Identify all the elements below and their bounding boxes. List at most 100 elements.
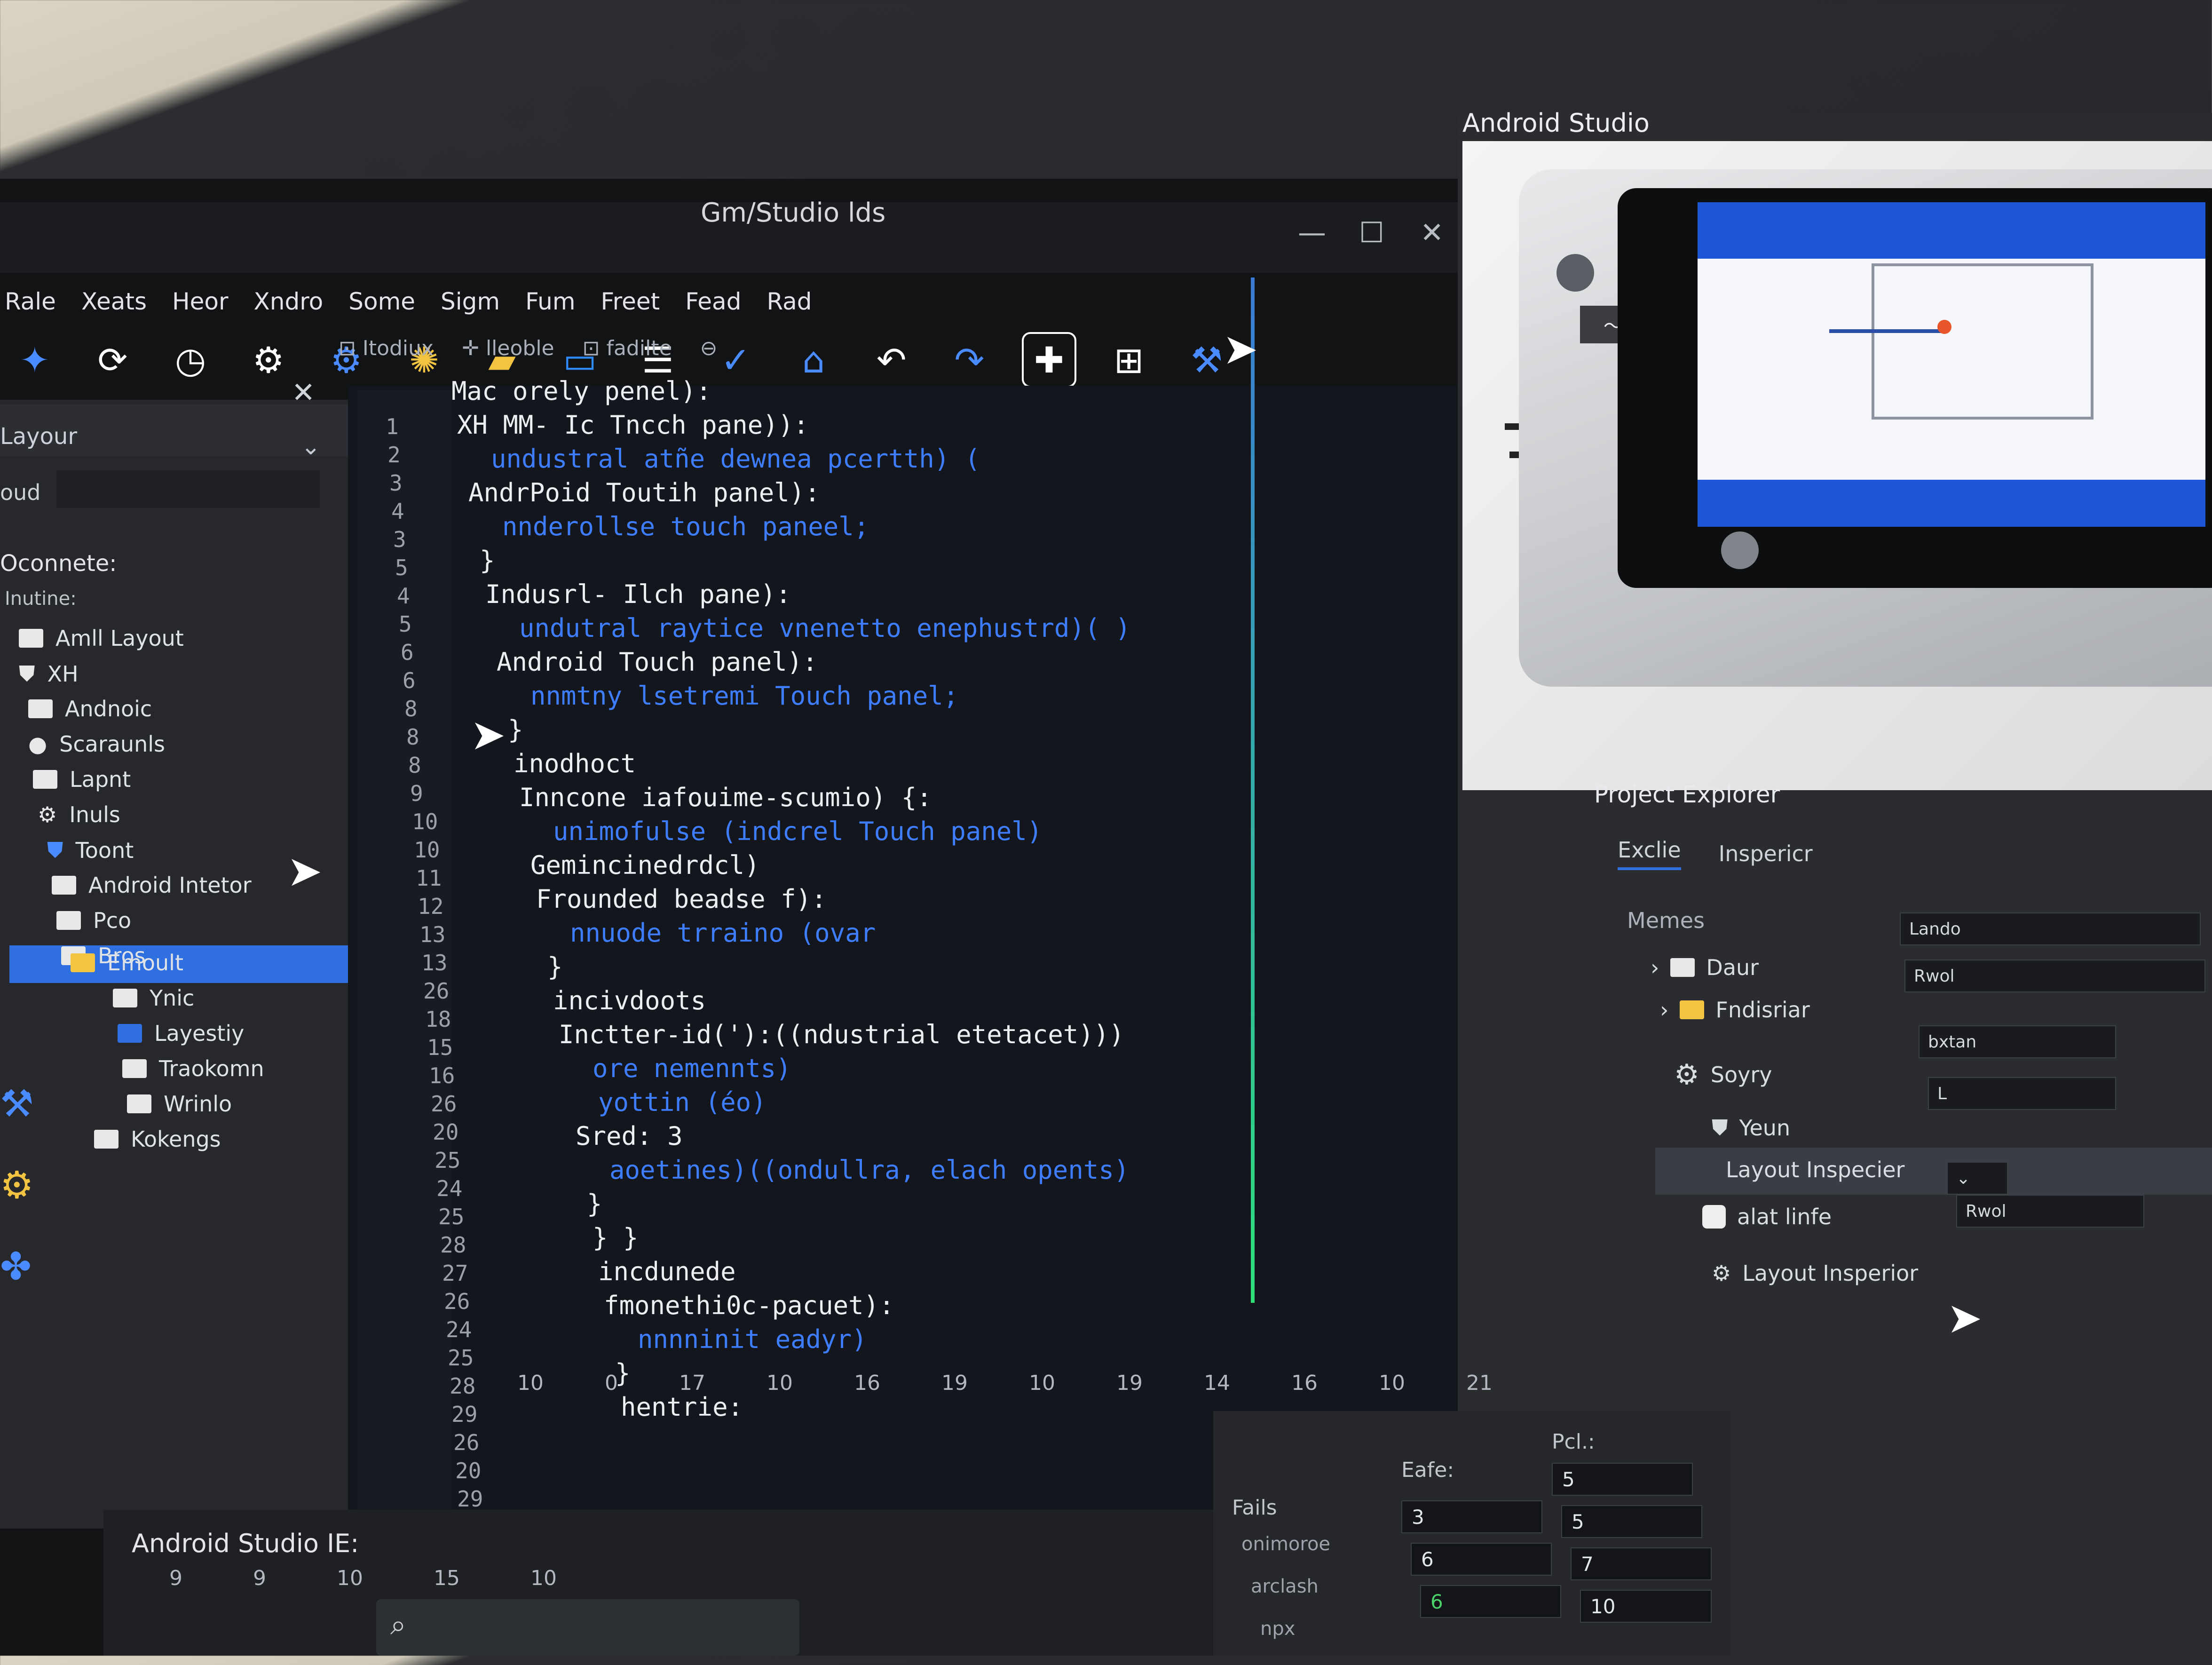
property-row[interactable]: ⚙ Soyry [1674, 1058, 1772, 1091]
close-icon[interactable]: ✕ [292, 376, 315, 409]
code-line[interactable]: Inctter-id('):((ndustrial etetacet))) [559, 1020, 1124, 1049]
undo-icon[interactable]: ↶ [866, 334, 917, 386]
property-row[interactable]: alat linfe [1702, 1204, 1832, 1229]
table-left-item[interactable]: npx [1260, 1618, 1295, 1640]
code-line[interactable]: nnuode trraino (ovar [570, 918, 876, 948]
minimize-button[interactable]: — [1298, 216, 1326, 249]
menu-item-xndro[interactable]: Xndro [254, 288, 324, 315]
tab-inspericr[interactable]: Inspericr [1719, 841, 1813, 866]
tree-item[interactable]: Lapnt [33, 767, 131, 792]
code-editor[interactable] [348, 386, 1467, 1524]
tree-item-selected[interactable]: Emoult [71, 950, 183, 975]
table-cell[interactable]: 10 [1580, 1590, 1712, 1623]
table-cell[interactable]: 7 [1571, 1547, 1712, 1580]
code-line[interactable]: nnderollse touch paneel; [502, 512, 869, 541]
settings-icon[interactable]: ⚙ [243, 334, 294, 386]
code-line[interactable]: } [547, 952, 563, 982]
table-cell[interactable]: 5 [1552, 1463, 1693, 1496]
tree-item[interactable]: Ynic [113, 985, 194, 1011]
pin-icon[interactable]: ✦ [9, 334, 60, 386]
property-row[interactable]: ⚙ Layout Insperior [1712, 1261, 1918, 1286]
menu-item-fum[interactable]: Fum [525, 288, 575, 315]
code-line[interactable]: Sred: 3 [576, 1121, 683, 1151]
code-line[interactable]: Indusrl- Ilch pane): [485, 579, 791, 609]
puzzle-icon[interactable]: ✤ [0, 1245, 34, 1288]
table-left-item[interactable]: onimoroe [1241, 1533, 1330, 1555]
code-line[interactable]: Frounded beadse f): [536, 884, 827, 914]
code-line[interactable]: } } [592, 1223, 639, 1253]
bottom-search-input[interactable]: ⌕ [376, 1599, 799, 1656]
build-icon[interactable]: ⊞ [1104, 334, 1154, 386]
code-line[interactable]: unimofulse (indcrel Touch panel) [553, 817, 1042, 846]
house-icon[interactable]: ⌂ [788, 334, 839, 386]
tree-item[interactable]: ⚙ Inuls [38, 802, 120, 827]
table-left-item[interactable]: arclash [1251, 1576, 1319, 1597]
code-line[interactable]: yottin (éo) [598, 1087, 766, 1117]
property-row[interactable]: ⛊ Yeun [1712, 1115, 1790, 1141]
code-line[interactable]: incivdoots [553, 986, 706, 1015]
code-line[interactable]: aoetines)((ondullra, elach opents) [609, 1155, 1129, 1185]
property-input[interactable]: Rwol [1904, 959, 2205, 992]
tree-item[interactable]: Kokengs [94, 1126, 221, 1152]
code-line[interactable]: } [587, 1189, 602, 1219]
code-line[interactable]: nnmtny lsetremi Touch panel; [530, 681, 958, 711]
refresh-icon[interactable]: ⟳ [87, 334, 138, 386]
menu-item-rad[interactable]: Rad [766, 288, 812, 315]
tree-item[interactable]: ⛊ Toont [47, 837, 134, 864]
table-cell[interactable]: 3 [1401, 1500, 1542, 1533]
code-line[interactable]: inodhoct [514, 749, 636, 778]
tree-item[interactable]: ● Scaraunls [28, 731, 165, 757]
close-button[interactable]: ✕ [1420, 216, 1444, 249]
code-line[interactable]: Android Touch panel): [497, 647, 818, 677]
property-dropdown[interactable]: ⌄ [1947, 1162, 2008, 1195]
code-line[interactable]: nnnninit eadyr) [638, 1324, 867, 1354]
property-row-layout-inspector[interactable]: Layout Inspecier [1726, 1157, 1904, 1182]
code-line[interactable]: AndrPoid Toutih panel): [468, 478, 820, 507]
code-line[interactable]: } [480, 546, 495, 575]
tab-fadilte[interactable]: ⊡ fadilte [583, 336, 672, 360]
tree-item[interactable]: ⛊ XH [19, 661, 79, 687]
code-line[interactable]: XH MM- Ic Tncch pane)): [457, 410, 809, 440]
property-dropdown[interactable]: L [1928, 1077, 2116, 1110]
menu-item-heor[interactable]: Heor [172, 288, 229, 315]
menu-item-fead[interactable]: Fead [685, 288, 741, 315]
code-line[interactable]: Mac orely penel): [451, 376, 711, 406]
menu-item-rale[interactable]: Rale [5, 288, 56, 315]
table-cell[interactable]: 5 [1561, 1505, 1702, 1538]
menu-item-sigm[interactable]: Sigm [441, 288, 500, 315]
tree-item[interactable]: Traokomn [122, 1056, 264, 1081]
menu-item-some[interactable]: Some [348, 288, 415, 315]
table-cell[interactable]: 6 [1420, 1585, 1561, 1618]
code-line[interactable]: Gemincinedrdcl) [530, 850, 760, 880]
code-line[interactable]: fmonethi0c-pacuet): [604, 1291, 894, 1320]
layout-search-input[interactable] [56, 470, 320, 508]
menu-item-freet[interactable]: Freet [601, 288, 660, 315]
tab-exclie[interactable]: Exclie [1618, 837, 1681, 870]
property-dropdown[interactable]: bxtan [1919, 1025, 2116, 1058]
menu-item-xeats[interactable]: Xeats [81, 288, 147, 315]
property-row[interactable]: › Daur [1651, 955, 1759, 980]
table-cell[interactable]: 6 [1411, 1543, 1552, 1576]
code-line[interactable]: Inncone iafouime-scumio) {: [519, 783, 932, 812]
code-line[interactable]: undustral atñe dewnea pcertth) ( [491, 444, 980, 474]
tree-item[interactable]: Amll Layout [19, 626, 184, 651]
gear-icon[interactable]: ⚙ [0, 1163, 34, 1207]
add-icon[interactable]: ✚ [1022, 332, 1076, 388]
tab-itodiux[interactable]: ⊡ Itodiux [339, 336, 434, 360]
clock-icon[interactable]: ◷ [165, 334, 216, 386]
tab-extra[interactable]: ⊖ [700, 336, 718, 360]
tree-item[interactable]: Pco [56, 908, 131, 933]
tree-item[interactable]: Wrinlo [127, 1091, 232, 1117]
code-line[interactable]: } [508, 715, 523, 745]
chevron-down-icon[interactable]: ⌄ [301, 433, 321, 460]
tree-item[interactable]: Android Intetor [52, 872, 252, 898]
property-dropdown[interactable]: Rwol [1956, 1195, 2144, 1228]
tree-item[interactable]: Andnoic [28, 696, 152, 722]
tab-lleoble[interactable]: ✛ lleoble [462, 336, 554, 360]
code-line[interactable]: undutral raytice vnenetto enephustrd)( ) [519, 613, 1130, 643]
code-line[interactable]: incdunede [598, 1257, 736, 1286]
tree-item[interactable]: Layestiy [118, 1021, 244, 1046]
code-line[interactable]: ore nemennts) [592, 1054, 791, 1083]
redo-icon[interactable]: ↷ [944, 334, 995, 386]
maximize-button[interactable]: ☐ [1359, 216, 1384, 249]
